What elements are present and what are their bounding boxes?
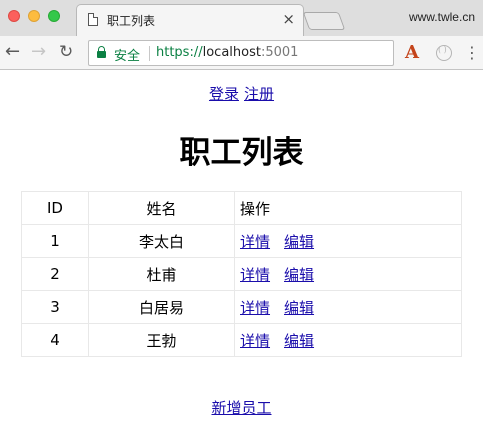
employee-name: 李太白 (88, 224, 235, 258)
add-employee-link[interactable]: 新增员工 (211, 399, 271, 417)
address-bar[interactable]: 安全 https://localhost:5001 (88, 40, 394, 66)
edit-link[interactable]: 编辑 (284, 332, 314, 350)
employee-id: 2 (21, 257, 89, 291)
employee-name: 杜甫 (88, 257, 235, 291)
row-actions: 详情 编辑 (234, 290, 462, 324)
table-row: 2 杜甫 详情 编辑 (21, 257, 462, 291)
site-brand: www.twle.cn (408, 10, 475, 24)
font-extension-icon[interactable]: A (405, 41, 419, 65)
edit-link[interactable]: 编辑 (284, 266, 314, 284)
new-tab-button[interactable] (302, 12, 346, 30)
extension-circle-icon[interactable] (436, 45, 452, 61)
login-link[interactable]: 登录 (209, 85, 239, 103)
detail-link[interactable]: 详情 (240, 233, 270, 251)
row-actions: 详情 编辑 (234, 224, 462, 258)
lock-icon (97, 46, 106, 58)
employee-id: 4 (21, 323, 89, 357)
maximize-window-icon[interactable] (48, 10, 60, 22)
url-scheme: https:// (156, 45, 203, 60)
page-icon (88, 13, 98, 26)
url-port: :5001 (260, 45, 299, 60)
column-header-ops: 操作 (234, 191, 462, 225)
detail-link[interactable]: 详情 (240, 299, 270, 317)
url-host: localhost (202, 45, 261, 60)
close-window-icon[interactable] (8, 10, 20, 22)
address-separator (149, 46, 150, 61)
auth-links: 登录 注册 (0, 83, 483, 104)
back-arrow-icon[interactable]: ← (5, 40, 20, 64)
tab-close-icon[interactable]: × (282, 10, 295, 28)
kebab-menu-icon[interactable]: ⋮ (464, 41, 480, 65)
employee-id: 1 (21, 224, 89, 258)
secure-label: 安全 (114, 49, 141, 64)
reload-icon[interactable]: ↻ (59, 40, 73, 64)
employee-name: 王勃 (88, 323, 235, 357)
page-content: 登录 注册 职工列表 ID 姓名 操作 1 李太白 详情 编辑 2 杜甫 详情 编辑 … (0, 71, 483, 426)
browser-tab[interactable]: 职工列表 × (76, 4, 304, 37)
browser-toolbar: ← → ↻ 安全 https://localhost:5001 A ⋮ (0, 36, 483, 70)
browser-tab-bar: 职工列表 × www.twle.cn (0, 0, 483, 37)
detail-link[interactable]: 详情 (240, 332, 270, 350)
column-header-id: ID (21, 191, 89, 225)
add-employee-wrapper: 新增员工 (0, 397, 483, 418)
row-actions: 详情 编辑 (234, 257, 462, 291)
employee-name: 白居易 (88, 290, 235, 324)
edit-link[interactable]: 编辑 (284, 299, 314, 317)
employee-id: 3 (21, 290, 89, 324)
forward-arrow-icon[interactable]: → (31, 40, 46, 64)
row-actions: 详情 编辑 (234, 323, 462, 357)
page-title: 职工列表 (179, 135, 304, 171)
table-header-row: ID 姓名 操作 (21, 191, 462, 225)
edit-link[interactable]: 编辑 (284, 233, 314, 251)
table-row: 1 李太白 详情 编辑 (21, 224, 462, 258)
table-row: 3 白居易 详情 编辑 (21, 290, 462, 324)
register-link[interactable]: 注册 (244, 85, 274, 103)
detail-link[interactable]: 详情 (240, 266, 270, 284)
column-header-name: 姓名 (88, 191, 235, 225)
table-row: 4 王勃 详情 编辑 (21, 323, 462, 357)
url-text[interactable]: https://localhost:5001 (156, 45, 298, 60)
minimize-window-icon[interactable] (28, 10, 40, 22)
employee-table: ID 姓名 操作 1 李太白 详情 编辑 2 杜甫 详情 编辑 3 白居易 详情 编辑… (21, 191, 462, 357)
tab-title: 职工列表 (107, 14, 156, 28)
